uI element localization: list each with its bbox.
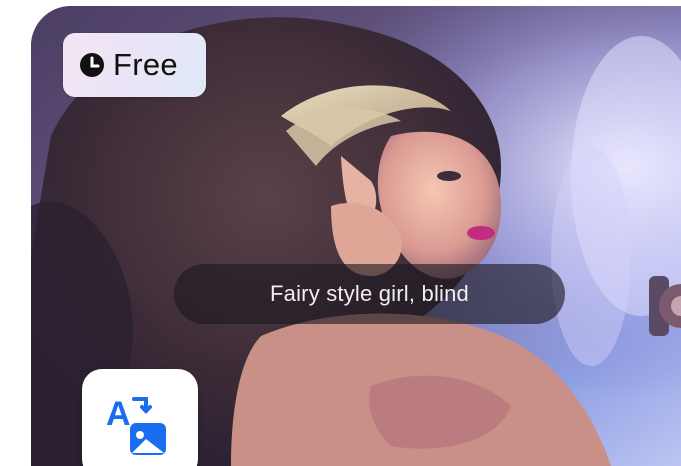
clock-icon <box>80 53 104 77</box>
free-badge: Free <box>63 33 206 97</box>
translate-icon: A <box>106 395 166 455</box>
free-label: Free <box>113 47 178 82</box>
translate-app-tile[interactable]: A <box>82 369 198 466</box>
image-caption: Fairy style girl, blind <box>174 264 565 324</box>
svg-text:A: A <box>106 395 131 433</box>
preview-card[interactable]: Free Fairy style girl, blind A <box>31 6 681 466</box>
